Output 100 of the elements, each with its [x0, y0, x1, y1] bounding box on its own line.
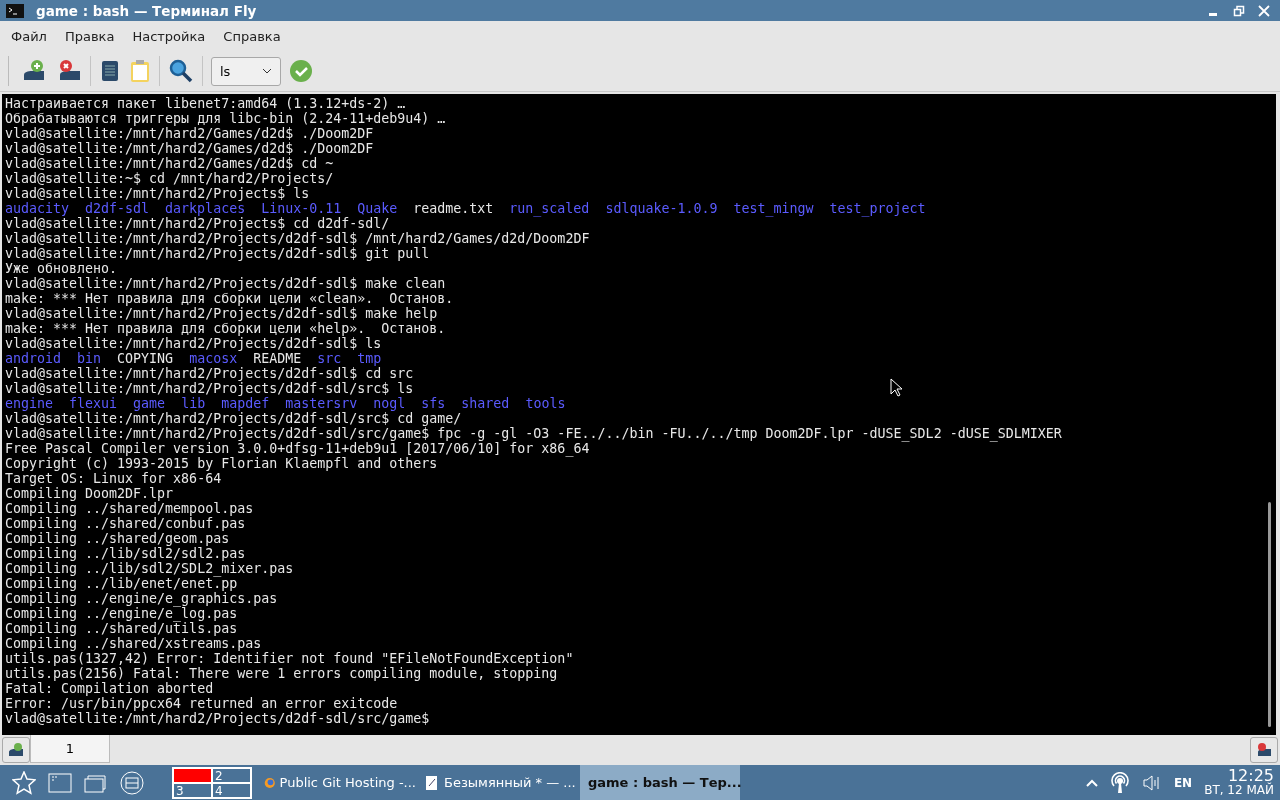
terminal-line: Compiling ../lib/sdl2/SDL2_mixer.pas	[5, 561, 294, 576]
command-dropdown[interactable]: ls	[211, 56, 281, 86]
taskbar-button[interactable]: Public Git Hosting -...	[260, 765, 420, 800]
directory-name: Quake	[357, 201, 398, 216]
terminal-line: Compiling ../lib/sdl2/sdl2.pas	[5, 546, 246, 561]
terminal-line: utils.pas(2156) Fatal: There were 1 errors compiling module, stopping	[5, 666, 558, 681]
directory-name: flexui	[69, 396, 118, 411]
directory-name: tmp	[357, 351, 382, 366]
windows-icon[interactable]	[84, 772, 108, 793]
terminal-line: make: *** Нет правила для сборки цели «help». Останов.	[5, 321, 446, 336]
restore-icon[interactable]	[1233, 4, 1245, 17]
directory-name: audacity	[5, 201, 70, 216]
copy-icon[interactable]	[99, 58, 121, 84]
terminal-line: Compiling ../shared/xstreams.pas	[5, 636, 262, 651]
directory-name: tools	[525, 396, 566, 411]
clock-date[interactable]: ВТ, 12 МАЙ	[1204, 782, 1274, 798]
file-name: COPYING	[117, 351, 174, 366]
keyboard-layout[interactable]: EN	[1173, 775, 1193, 790]
clock-time[interactable]: 12:25	[1227, 767, 1274, 783]
terminal-line: vlad@satellite:/mnt/hard2/Games/d2d$ ./Doom2DF	[5, 126, 374, 141]
directory-name: shared	[461, 396, 510, 411]
terminal-line: Compiling ../engine/e_graphics.pas	[5, 591, 278, 606]
terminal-line: Free Pascal Compiler version 3.0.0+dfsg-11+deb9u1 [2017/06/10] for x86_64	[5, 441, 590, 456]
close-tab-button[interactable]	[1250, 737, 1278, 763]
window-title: game : bash — Терминал Fly	[36, 2, 258, 19]
terminal-line: vlad@satellite:/mnt/hard2/Games/d2d$ ./Doom2DF	[5, 141, 374, 156]
mouse-pointer-icon	[890, 378, 902, 397]
menu-item[interactable]: Справка	[214, 28, 290, 44]
directory-name: bin	[77, 351, 102, 366]
directory-name: sfs	[421, 396, 446, 411]
terminal-line: vlad@satellite:/mnt/hard2/Projects/d2df-sdl/src/game$	[5, 711, 430, 726]
close-tab-icon	[1256, 743, 1272, 757]
close-icon[interactable]	[1258, 4, 1270, 17]
terminal-line: Уже обновлено.	[5, 261, 118, 276]
desktop-icon[interactable]	[48, 772, 72, 793]
terminal-line: Compiling ../shared/mempool.pas	[5, 501, 254, 516]
directory-name: lib	[181, 396, 206, 411]
directory-name: test_mingw	[733, 201, 814, 216]
terminal-line: Обрабатываются триггеры для libc-bin (2.24-11+deb9u4) …	[5, 111, 446, 126]
terminal-line: vlad@satellite:~$ cd /mnt/hard2/Projects/	[5, 171, 334, 186]
terminal-line: Target OS: Linux for x86-64	[5, 471, 222, 486]
file-name: README	[253, 351, 302, 366]
workspace-cell[interactable]: 2	[212, 767, 251, 783]
directory-name: game	[133, 396, 166, 411]
terminal-tab[interactable]: 1	[30, 735, 110, 763]
terminal-line: vlad@satellite:/mnt/hard2/Projects/d2df-sdl$ /mnt/hard2/Games/d2d/Doom2DF	[5, 231, 590, 246]
drawer-icon[interactable]	[120, 770, 144, 795]
search-icon[interactable]	[168, 58, 194, 84]
run-icon[interactable]	[289, 59, 313, 83]
scrollbar-thumb[interactable]	[1268, 502, 1271, 727]
terminal-line: Compiling ../engine/e_log.pas	[5, 606, 238, 621]
terminal-line: vlad@satellite:/mnt/hard2/Games/d2d$ cd ~	[5, 156, 334, 171]
directory-name: Linux-0.11	[261, 201, 342, 216]
terminal-line: vlad@satellite:/mnt/hard2/Projects/d2df-sdl/src$ ls	[5, 381, 414, 396]
new-tab-button[interactable]	[2, 737, 30, 763]
document-icon	[424, 774, 440, 791]
directory-name: test_project	[829, 201, 926, 216]
terminal-line: Compiling ../shared/geom.pas	[5, 531, 230, 546]
chevron-up-icon[interactable]	[1085, 778, 1098, 787]
directory-name: mastersrv	[285, 396, 358, 411]
terminal-line: Compiling Doom2DF.lpr	[5, 486, 174, 501]
menu-item[interactable]: Настройка	[123, 28, 215, 44]
terminal-line: vlad@satellite:/mnt/hard2/Projects/d2df-sdl/src/game$ fpc -g -gl -O3 -FE../../bin -FU../../tmp Doom2DF.lpr -dUSE_SDL2 -dUSE_SDLMIXER	[5, 426, 1062, 441]
terminal-line: vlad@satellite:/mnt/hard2/Projects/d2df-sdl$ ls	[5, 336, 382, 351]
menu-item[interactable]: Правка	[55, 28, 124, 44]
clipboard-icon[interactable]	[129, 58, 151, 84]
terminal-line: vlad@satellite:/mnt/hard2/Projects/d2df-sdl/src$ cd game/	[5, 411, 462, 426]
terminal-line: vlad@satellite:/mnt/hard2/Projects/d2df-sdl$ cd src	[5, 366, 414, 381]
directory-name: sdlquake-1.0.9	[605, 201, 718, 216]
directory-name: nogl	[373, 396, 406, 411]
terminal-line: vlad@satellite:/mnt/hard2/Projects/d2df-sdl$ make clean	[5, 276, 446, 291]
terminal-line: Copyright (c) 1993-2015 by Florian Klaempfl and others	[5, 456, 438, 471]
taskbar-button[interactable]: game : bash — Тер...	[580, 765, 740, 800]
terminal-line: make: *** Нет правила для сборки цели «clean». Останов.	[5, 291, 454, 306]
workspace-cell[interactable]: 4	[212, 782, 251, 798]
terminal-line: vlad@satellite:/mnt/hard2/Projects$ ls	[5, 186, 310, 201]
terminal-line: vlad@satellite:/mnt/hard2/Projects/d2df-sdl$ make help	[5, 306, 438, 321]
file-name: readme.txt	[413, 201, 494, 216]
taskbar-button[interactable]: Безымянный * — ...	[420, 765, 580, 800]
star-icon[interactable]	[12, 770, 36, 795]
directory-name: mapdef	[221, 396, 270, 411]
terminal-line: Compiling ../shared/utils.pas	[5, 621, 238, 636]
workspace-cell[interactable]	[173, 767, 212, 783]
terminal-line: Настраивается пакет libenet7:amd64 (1.3.12+ds-2) …	[5, 96, 406, 111]
menu-item[interactable]: Файл	[2, 28, 56, 44]
directory-name: darkplaces	[165, 201, 246, 216]
directory-name: run_scaled	[509, 201, 590, 216]
terminal-line: Compiling ../lib/enet/enet.pp	[5, 576, 238, 591]
terminal-icon	[6, 3, 24, 18]
directory-name: android	[5, 351, 62, 366]
workspace-cell[interactable]: 3	[173, 782, 212, 798]
terminal-line: Fatal: Compilation aborted	[5, 681, 214, 696]
wireless-icon[interactable]	[1109, 771, 1130, 794]
terminal-line: utils.pas(1327,42) Error: Identifier not found "EFileNotFoundException"	[5, 651, 574, 666]
terminal-line: Error: /usr/bin/ppcx64 returned an error exitcode	[5, 696, 398, 711]
new-tab-icon	[8, 743, 24, 757]
terminal-line: vlad@satellite:/mnt/hard2/Projects$ cd d2df-sdl/	[5, 216, 390, 231]
directory-name: macosx	[189, 351, 238, 366]
speaker-icon[interactable]	[1141, 772, 1162, 793]
directory-name: src	[317, 351, 342, 366]
